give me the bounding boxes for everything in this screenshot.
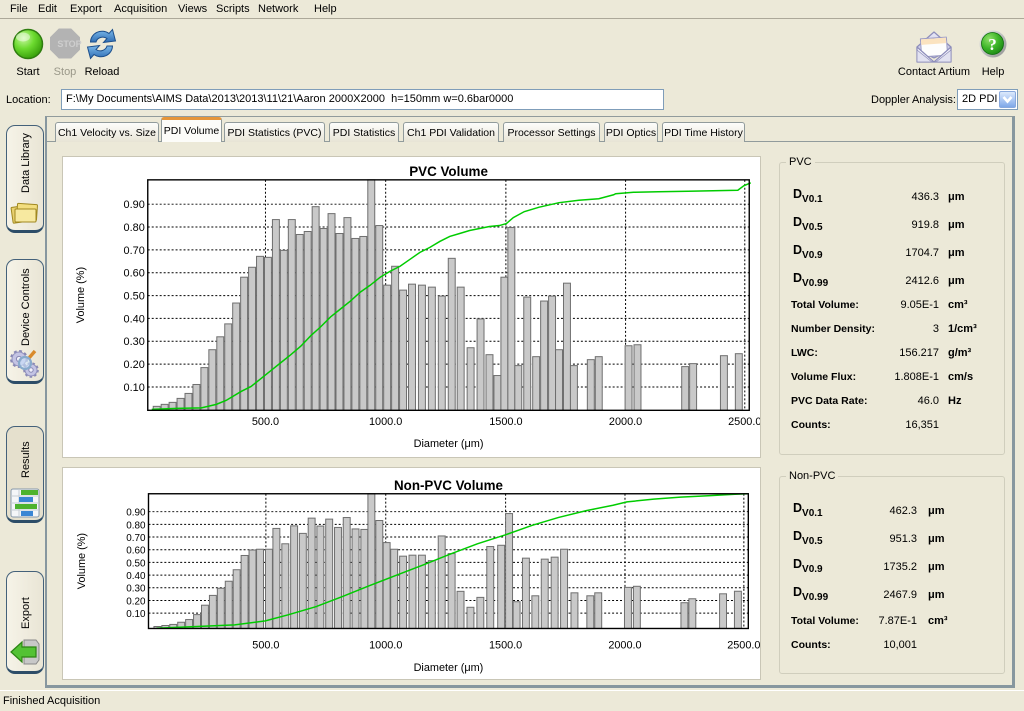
svg-text:1000.0: 1000.0 — [369, 416, 402, 428]
svg-text:0.40: 0.40 — [126, 571, 146, 582]
svg-text:0.90: 0.90 — [126, 508, 146, 519]
svg-text:0.80: 0.80 — [126, 520, 146, 531]
svg-text:0.70: 0.70 — [124, 245, 145, 257]
svg-text:2500.0: 2500.0 — [727, 639, 760, 651]
svg-text:2500.0: 2500.0 — [728, 416, 761, 428]
svg-text:2000.0: 2000.0 — [609, 416, 642, 428]
svg-text:Volume (%): Volume (%) — [75, 267, 87, 323]
svg-text:0.30: 0.30 — [124, 336, 145, 348]
svg-text:STOP: STOP — [57, 39, 81, 49]
svg-text:0.50: 0.50 — [126, 558, 146, 569]
svg-text:0.70: 0.70 — [126, 533, 146, 544]
svg-text:0.10: 0.10 — [126, 609, 146, 620]
svg-text:?: ? — [988, 35, 997, 54]
svg-text:Volume (%): Volume (%) — [76, 533, 88, 589]
svg-text:500.0: 500.0 — [252, 639, 279, 651]
svg-text:0.60: 0.60 — [126, 546, 146, 557]
svg-text:0.50: 0.50 — [124, 291, 145, 303]
svg-text:Diameter (μm): Diameter (μm) — [414, 438, 484, 450]
svg-text:PVC Volume: PVC Volume — [409, 164, 488, 179]
svg-text:0.10: 0.10 — [124, 382, 145, 394]
svg-text:0.30: 0.30 — [126, 584, 146, 595]
svg-text:Non-PVC Volume: Non-PVC Volume — [394, 478, 503, 493]
svg-text:0.90: 0.90 — [124, 199, 145, 211]
svg-text:500.0: 500.0 — [252, 416, 279, 428]
svg-text:1500.0: 1500.0 — [489, 416, 522, 428]
svg-text:1000.0: 1000.0 — [369, 639, 402, 651]
svg-text:0.40: 0.40 — [124, 313, 145, 325]
svg-text:0.80: 0.80 — [124, 222, 145, 234]
svg-text:0.20: 0.20 — [126, 596, 146, 607]
svg-text:Diameter (μm): Diameter (μm) — [414, 662, 484, 674]
svg-text:2000.0: 2000.0 — [608, 639, 641, 651]
svg-text:1500.0: 1500.0 — [489, 639, 522, 651]
svg-text:0.60: 0.60 — [124, 268, 145, 280]
svg-text:0.20: 0.20 — [124, 359, 145, 371]
